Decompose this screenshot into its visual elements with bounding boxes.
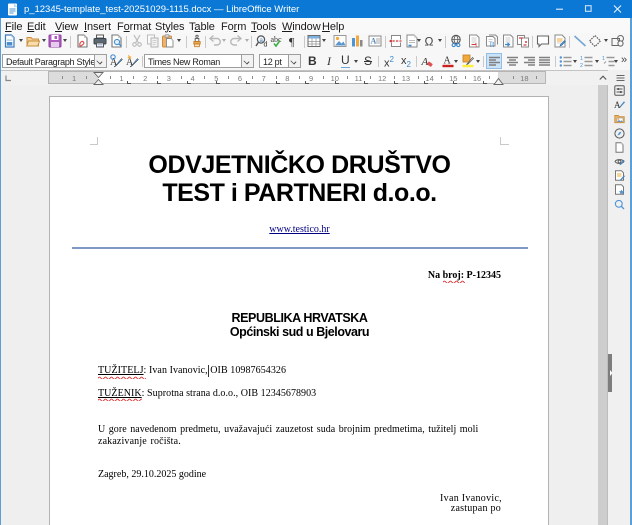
svg-text:Ω: Ω [424, 35, 433, 49]
svg-text:[i]: [i] [490, 42, 495, 48]
svg-text:1: 1 [475, 43, 478, 48]
svg-text:A: A [421, 56, 429, 68]
svg-text:d: d [263, 42, 267, 49]
svg-text:A: A [614, 100, 621, 110]
svg-text:1: 1 [602, 56, 605, 62]
svg-text:a: a [259, 38, 263, 44]
svg-text:¶: ¶ [289, 35, 295, 49]
svg-text:A: A [126, 57, 134, 68]
svg-text:A: A [370, 37, 376, 46]
svg-text:abc: abc [271, 35, 283, 44]
svg-text:1: 1 [580, 56, 583, 62]
svg-text:2: 2 [580, 63, 583, 68]
